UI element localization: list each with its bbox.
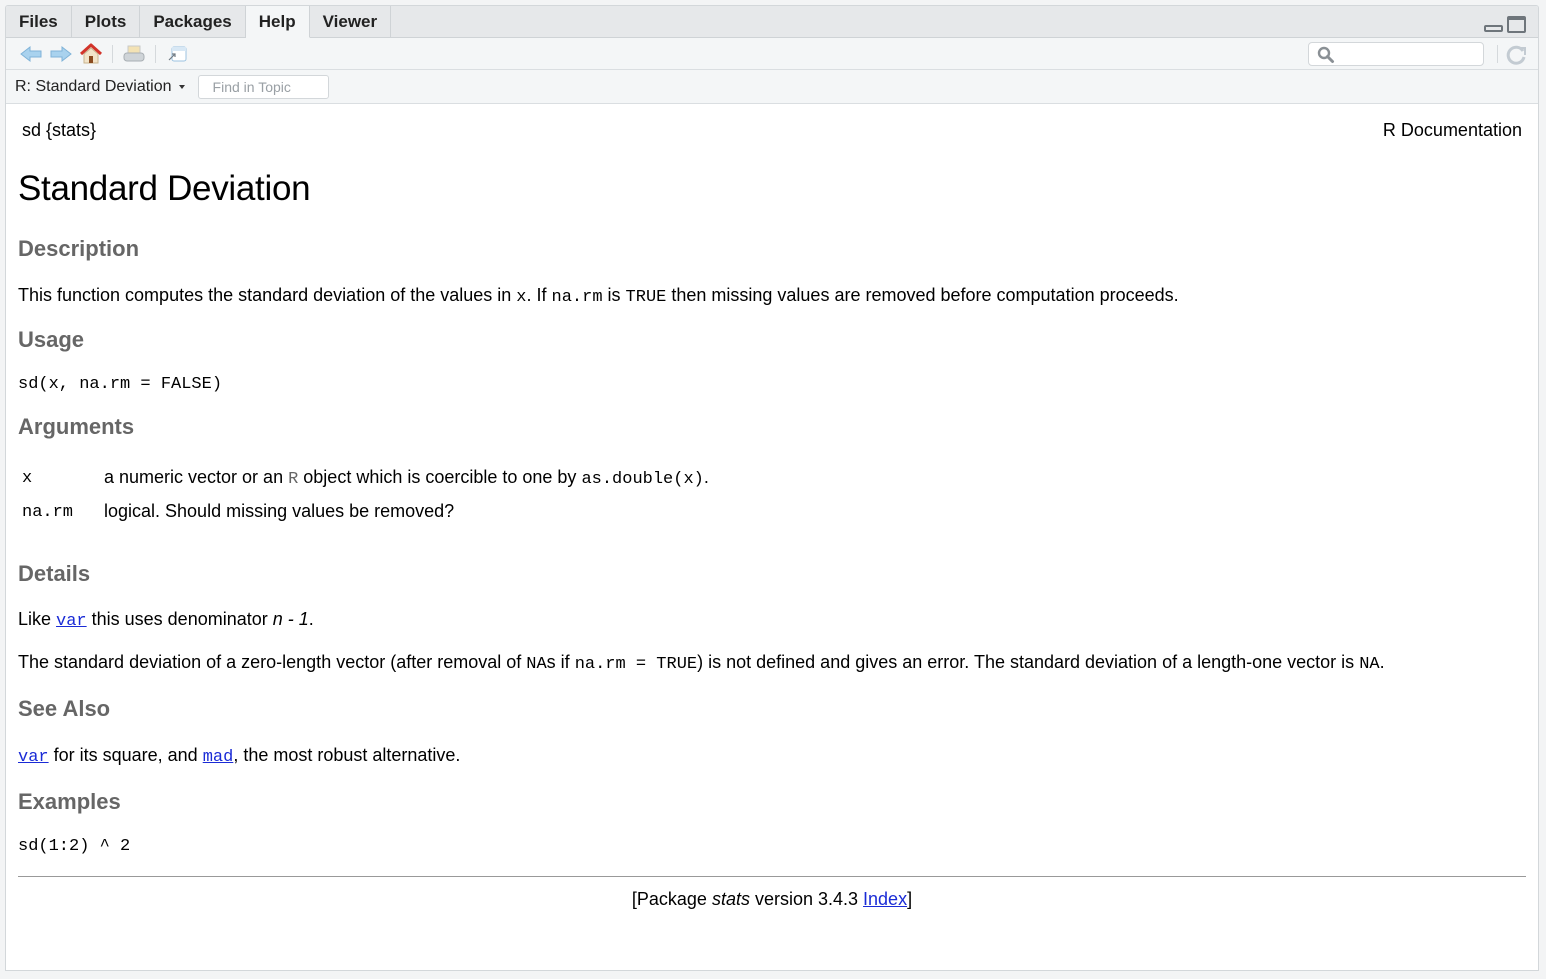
toolbar-separator bbox=[112, 44, 113, 63]
usage-code: sd(x, na.rm = FALSE) bbox=[18, 375, 223, 394]
tab-packages[interactable]: Packages bbox=[140, 6, 246, 37]
topic-history-dropdown[interactable]: R: Standard Deviation bbox=[15, 78, 185, 96]
show-in-new-window-button[interactable] bbox=[162, 41, 192, 67]
text: version 3.4.3 bbox=[749, 889, 864, 909]
tab-files[interactable]: Files bbox=[6, 6, 72, 37]
section-heading-see-also: See Also bbox=[18, 696, 111, 721]
inline-code: NA bbox=[526, 655, 547, 674]
arguments-table: x a numeric vector or an R object which … bbox=[18, 464, 713, 531]
doc-header-topic: sd {stats} bbox=[22, 120, 97, 140]
text: ] bbox=[907, 889, 913, 909]
inline-code: TRUE bbox=[625, 288, 667, 307]
description-text: This function computes the standard devi… bbox=[18, 285, 1526, 307]
text: Like bbox=[18, 609, 57, 629]
doc-footer: [Package stats version 3.4.3 Index] bbox=[18, 889, 1526, 910]
toolbar-separator bbox=[1497, 45, 1498, 63]
section-heading-arguments: Arguments bbox=[18, 414, 135, 439]
help-document: sd {stats} R Documentation Standard Devi… bbox=[6, 106, 1538, 970]
emphasis: n - 1 bbox=[272, 609, 309, 629]
refresh-icon bbox=[1506, 45, 1526, 65]
text: . bbox=[703, 467, 709, 487]
text: This function computes the standard devi… bbox=[18, 285, 517, 305]
inline-code: na.rm = TRUE bbox=[574, 655, 698, 674]
pane-window-controls bbox=[1484, 16, 1526, 33]
home-icon bbox=[79, 43, 103, 63]
inline-code: x bbox=[516, 288, 527, 307]
print-button[interactable] bbox=[119, 41, 149, 67]
text: s if bbox=[546, 652, 575, 672]
tab-plots[interactable]: Plots bbox=[72, 6, 141, 37]
home-button[interactable] bbox=[76, 41, 106, 67]
minimize-pane-icon[interactable] bbox=[1484, 25, 1503, 32]
text: The standard deviation of a zero-length … bbox=[18, 652, 527, 672]
help-pane: Files Plots Packages Help Viewer R: Stan… bbox=[5, 5, 1539, 971]
argument-description: a numeric vector or an R object which is… bbox=[100, 464, 713, 498]
show-in-new-window-icon bbox=[168, 46, 187, 61]
argument-description: logical. Should missing values be remove… bbox=[104, 501, 455, 521]
find-in-topic-input[interactable] bbox=[197, 74, 329, 99]
argument-name: na.rm bbox=[22, 503, 74, 522]
inline-code: as.double(x) bbox=[581, 470, 704, 489]
toolbar-separator bbox=[155, 44, 156, 63]
section-heading-details: Details bbox=[18, 561, 91, 586]
text: . bbox=[1379, 652, 1385, 672]
section-heading-examples: Examples bbox=[18, 789, 121, 814]
text: . bbox=[308, 609, 314, 629]
text: then missing values are removed before c… bbox=[666, 285, 1179, 305]
maximize-pane-icon[interactable] bbox=[1507, 16, 1526, 33]
help-search-input[interactable] bbox=[1339, 45, 1479, 63]
details-text: Like var this uses denominator n - 1. bbox=[18, 609, 1526, 631]
text: [Package bbox=[631, 889, 712, 909]
search-icon bbox=[1317, 46, 1334, 63]
back-arrow-icon bbox=[20, 45, 42, 62]
var-link[interactable]: var bbox=[56, 612, 87, 631]
argument-row: na.rm logical. Should missing values be … bbox=[18, 498, 713, 531]
section-heading-description: Description bbox=[18, 236, 140, 261]
see-also-text: var for its square, and mad, the most ro… bbox=[18, 745, 1526, 767]
topic-bar: R: Standard Deviation bbox=[6, 70, 1538, 104]
page-title: Standard Deviation bbox=[18, 169, 311, 208]
text: this uses denominator bbox=[86, 609, 273, 629]
help-toolbar bbox=[6, 38, 1538, 70]
text: ) is not defined and gives an error. The… bbox=[697, 652, 1360, 672]
back-button[interactable] bbox=[16, 41, 46, 67]
argument-row: x a numeric vector or an R object which … bbox=[18, 464, 713, 498]
doc-header-source: R Documentation bbox=[1382, 120, 1522, 140]
forward-button[interactable] bbox=[46, 41, 76, 67]
help-search-box bbox=[1308, 42, 1484, 66]
mad-link[interactable]: mad bbox=[203, 748, 234, 767]
refresh-button[interactable] bbox=[1504, 43, 1528, 67]
text: . If bbox=[526, 285, 552, 305]
section-heading-usage: Usage bbox=[18, 327, 85, 352]
details-text: The standard deviation of a zero-length … bbox=[18, 652, 1526, 674]
doc-header: sd {stats} R Documentation bbox=[18, 120, 1526, 141]
var-link[interactable]: var bbox=[18, 748, 49, 767]
print-icon bbox=[123, 45, 145, 61]
tab-help[interactable]: Help bbox=[245, 6, 310, 38]
index-link[interactable]: Index bbox=[863, 889, 907, 909]
text: is bbox=[602, 285, 626, 305]
examples-code: sd(1:2) ^ 2 bbox=[18, 837, 131, 856]
tab-viewer[interactable]: Viewer bbox=[310, 6, 392, 37]
topic-title: R: Standard Deviation bbox=[15, 77, 172, 95]
forward-arrow-icon bbox=[50, 45, 72, 62]
r-language-glyph: R bbox=[288, 470, 299, 489]
argument-name: x bbox=[22, 469, 33, 488]
footer-divider bbox=[18, 876, 1526, 877]
pane-tab-bar: Files Plots Packages Help Viewer bbox=[6, 6, 1538, 38]
text: for its square, and bbox=[48, 745, 203, 765]
chevron-down-icon bbox=[178, 84, 185, 89]
inline-code: NA bbox=[1359, 655, 1380, 674]
text: a numeric vector or an bbox=[104, 467, 289, 487]
inline-code: na.rm bbox=[551, 288, 603, 307]
text: object which is coercible to one by bbox=[298, 467, 582, 487]
package-name: stats bbox=[711, 889, 750, 909]
text: , the most robust alternative. bbox=[233, 745, 461, 765]
